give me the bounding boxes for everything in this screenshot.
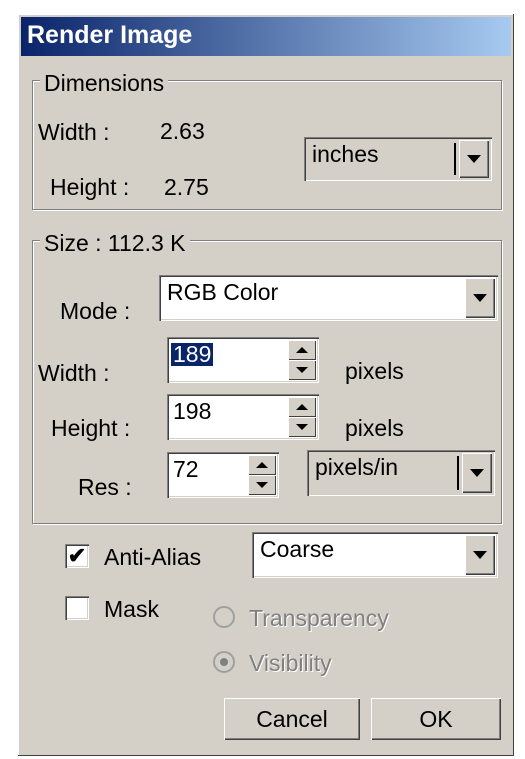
width-input[interactable]: 189: [167, 337, 319, 383]
resolution-input[interactable]: 72: [167, 452, 279, 498]
mode-label: Mode :: [60, 298, 131, 324]
select-separator: [454, 143, 456, 175]
select-separator: [457, 456, 459, 490]
down-arrow-icon: [256, 482, 268, 488]
mask-checkbox[interactable]: [65, 596, 89, 620]
down-arrow-icon: [296, 424, 308, 430]
height-increment-button[interactable]: [288, 397, 316, 417]
dim-height-value: 2.75: [164, 174, 209, 200]
anti-alias-mode-value: Coarse: [260, 536, 335, 562]
resolution-unit-value: pixels/in: [315, 454, 399, 480]
dim-height-label: Height :: [50, 174, 130, 200]
chevron-down-icon: [473, 294, 487, 302]
height-decrement-button[interactable]: [288, 417, 316, 437]
anti-alias-mode-dropdown-button[interactable]: [465, 535, 495, 575]
width-increment-button[interactable]: [288, 340, 316, 360]
width-decrement-button[interactable]: [288, 360, 316, 380]
dialog-title: Render Image: [27, 21, 193, 49]
cancel-button[interactable]: Cancel: [224, 698, 360, 740]
anti-alias-mode-select[interactable]: Coarse: [252, 532, 498, 578]
height-input[interactable]: 198: [167, 394, 319, 440]
up-arrow-icon: [256, 462, 268, 468]
dim-width-label: Width :: [38, 119, 110, 145]
resolution-unit-dropdown-button[interactable]: [462, 453, 492, 493]
down-arrow-icon: [296, 367, 308, 373]
anti-alias-checkbox[interactable]: ✔: [65, 544, 89, 568]
dimension-unit-select[interactable]: inches: [304, 137, 492, 181]
title-bar[interactable]: Render Image: [21, 17, 511, 56]
mask-label[interactable]: Mask: [104, 598, 159, 621]
size-legend: Size : 112.3 K: [40, 232, 190, 255]
mode-dropdown-button[interactable]: [465, 278, 495, 318]
up-arrow-icon: [296, 404, 308, 410]
height-value: 198: [173, 398, 212, 424]
resolution-decrement-button[interactable]: [248, 475, 276, 495]
up-arrow-icon: [296, 347, 308, 353]
dimension-unit-dropdown-button[interactable]: [459, 140, 489, 178]
size-height-label: Height :: [51, 415, 131, 441]
visibility-radio[interactable]: [213, 651, 235, 673]
chevron-down-icon: [467, 155, 481, 163]
size-width-label: Width :: [38, 360, 110, 386]
resolution-increment-button[interactable]: [248, 455, 276, 475]
anti-alias-label[interactable]: Anti-Alias: [104, 546, 201, 569]
width-value: 189: [171, 341, 214, 367]
height-unit-label: pixels: [345, 415, 404, 441]
ok-button[interactable]: OK: [371, 698, 501, 740]
transparency-radio[interactable]: [213, 606, 235, 628]
transparency-label[interactable]: Transparency: [249, 607, 389, 630]
render-image-dialog: Render Image Dimensions Width : 2.63 Hei…: [18, 14, 514, 756]
res-label: Res :: [78, 474, 132, 500]
dimensions-legend: Dimensions: [40, 72, 169, 95]
dimension-unit-value: inches: [312, 141, 379, 167]
width-stepper[interactable]: [288, 340, 316, 380]
width-unit-label: pixels: [345, 358, 404, 384]
resolution-value: 72: [173, 456, 199, 482]
dim-width-value: 2.63: [160, 118, 205, 144]
resolution-stepper[interactable]: [248, 455, 276, 495]
radio-selected-dot: [220, 658, 228, 666]
chevron-down-icon: [473, 551, 487, 559]
visibility-label[interactable]: Visibility: [249, 652, 332, 675]
checkmark-icon: ✔: [67, 543, 87, 568]
resolution-unit-select[interactable]: pixels/in: [307, 450, 495, 496]
chevron-down-icon: [470, 469, 484, 477]
mode-select[interactable]: RGB Color: [159, 275, 498, 321]
mode-value: RGB Color: [167, 279, 279, 305]
height-stepper[interactable]: [288, 397, 316, 437]
